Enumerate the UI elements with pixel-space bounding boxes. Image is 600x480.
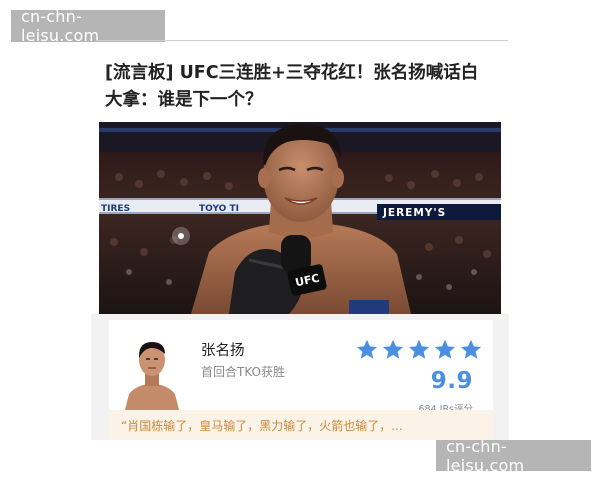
- quote-text: “肖国栋输了，皇马输了，黑力输了，火箭也输了，...: [121, 418, 403, 433]
- banner-right-text: JEREMY'S: [382, 207, 446, 219]
- star-rating: [355, 338, 483, 362]
- rating-card[interactable]: 张名扬 首回合TKO获胜 9.9 684 JRs评分 “肖国栋输了，皇马输了，黑…: [91, 314, 509, 440]
- star-icon: [461, 339, 481, 359]
- watermark-bottom: cn-chn-leisu.com: [436, 437, 591, 475]
- banner-left-text: TIRES: [101, 204, 130, 214]
- star-icon: [357, 339, 377, 359]
- quote-bar[interactable]: “肖国栋输了，皇马输了，黑力输了，火箭也输了，...: [109, 410, 493, 440]
- watermark-text: cn-chn-leisu.com: [446, 436, 525, 475]
- fight-result: 首回合TKO获胜: [201, 365, 285, 379]
- article-headline[interactable]: [流言板] UFC三连胜+三夺花红！张名扬喊话白 大拿：谁是下一个？: [105, 60, 505, 114]
- star-icon: [409, 339, 429, 359]
- divider: [96, 40, 508, 41]
- fighter-photo[interactable]: TIRES TOYO TI JEREMY'S UFC: [99, 122, 501, 314]
- fighter-name: 张名扬: [201, 343, 245, 359]
- banner-brand-text: TOYO TI: [199, 204, 239, 214]
- headline-line-2: 大拿：谁是下一个？: [105, 90, 263, 110]
- watermark-top: cn-chn-leisu.com: [11, 7, 165, 45]
- star-icon: [435, 339, 455, 359]
- photo-illustration: TIRES TOYO TI JEREMY'S UFC: [99, 122, 501, 314]
- star-icon: [383, 339, 403, 359]
- avatar-illustration: [121, 334, 183, 410]
- headline-line-1: [流言板] UFC三连胜+三夺花红！张名扬喊话白: [105, 63, 479, 83]
- rating-score: 9.9: [430, 368, 473, 394]
- fighter-avatar: [121, 334, 183, 410]
